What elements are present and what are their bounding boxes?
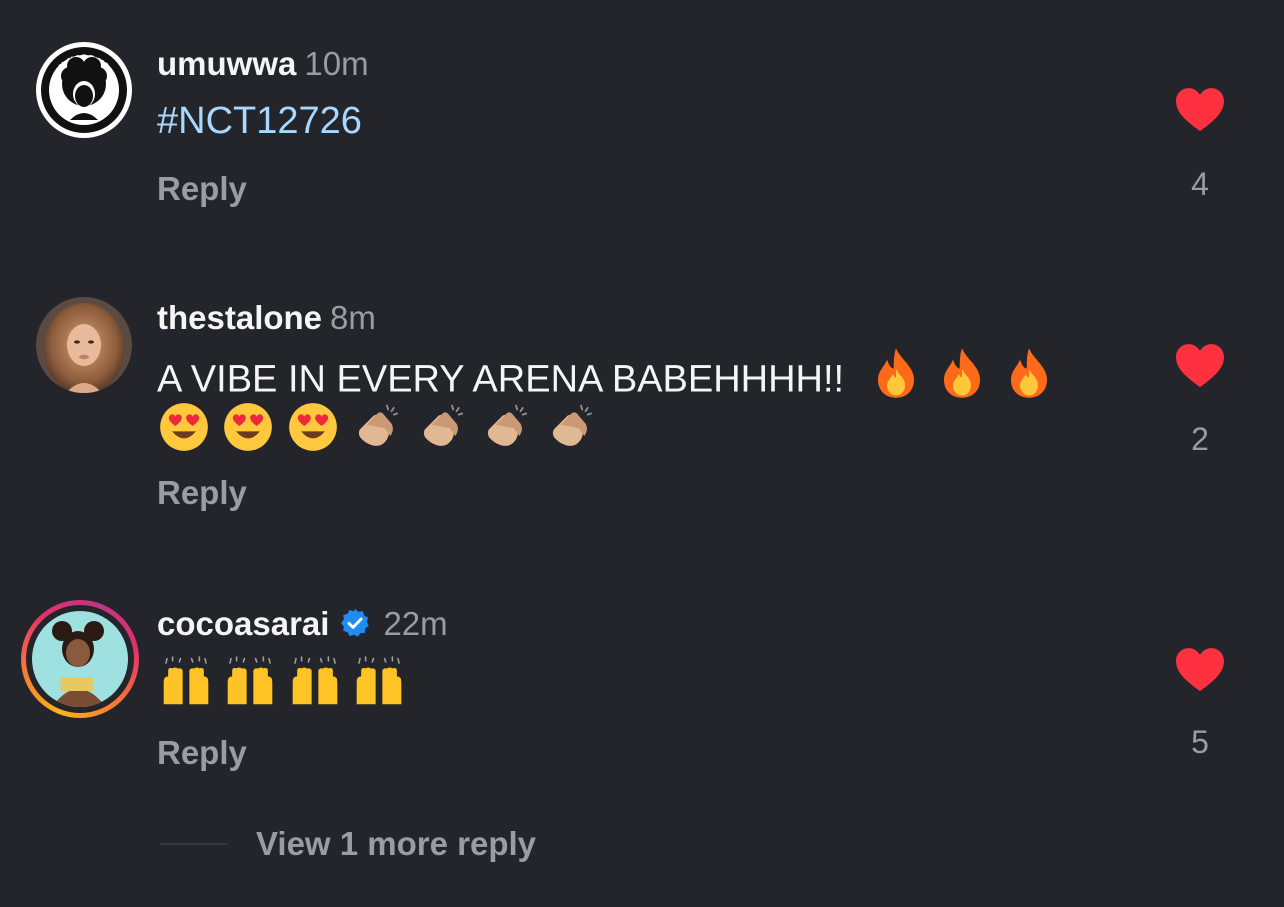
heart-filled-icon (1176, 648, 1224, 692)
like-button[interactable] (1174, 646, 1226, 697)
raising-hands-emoji-icon (221, 654, 279, 715)
reply-button[interactable]: Reply (157, 734, 247, 772)
avatar[interactable] (32, 611, 128, 707)
raising-hands-emoji-icon (286, 654, 344, 715)
divider-line (160, 843, 228, 845)
comment-time: 22m (383, 605, 448, 642)
story-ring[interactable] (21, 600, 139, 718)
like-count: 5 (1191, 724, 1209, 760)
emoji-line (157, 654, 408, 715)
username[interactable]: cocoasarai (157, 605, 329, 642)
view-more-replies-button[interactable]: View 1 more reply (160, 822, 536, 866)
raising-hands-emoji-icon (350, 654, 408, 715)
verified-badge-icon (339, 607, 371, 648)
raising-hands-emoji-icon (157, 654, 215, 715)
comment-header: cocoasarai 22m (157, 604, 448, 648)
user-photo-avatar (32, 611, 128, 707)
comment-item: cocoasarai 22m Reply 5 (0, 0, 1284, 800)
view-more-label: View 1 more reply (256, 825, 537, 862)
